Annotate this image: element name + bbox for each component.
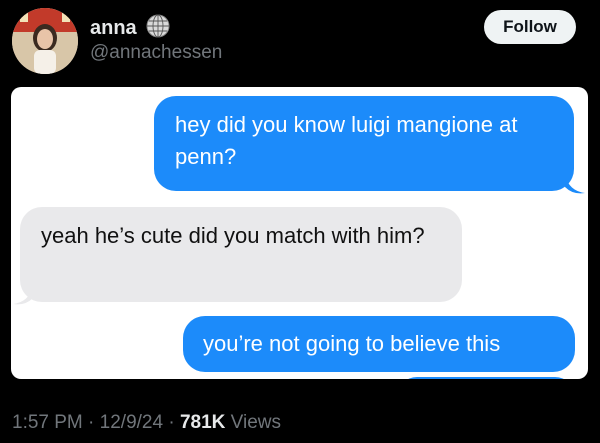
- name-row: anna: [90, 13, 171, 44]
- user-handle[interactable]: @annachessen: [90, 42, 222, 64]
- separator: ·: [163, 412, 180, 433]
- timestamp[interactable]: 1:57 PM: [12, 412, 83, 434]
- bubble-tail: [565, 175, 585, 194]
- message-text: yeah he’s cute did you match with him?: [41, 223, 425, 248]
- views-count: 781K: [179, 412, 226, 433]
- bubble-tail: [13, 286, 33, 305]
- avatar[interactable]: [12, 8, 78, 74]
- globe-icon: [145, 13, 171, 44]
- tweet-header: anna @annachessen Follow: [0, 0, 600, 85]
- message-text: hey did you know luigi mangione at penn?: [175, 112, 518, 169]
- display-name[interactable]: anna: [90, 17, 137, 40]
- tweet-meta: 1:57 PM · 12/9/24 · 781K Views: [12, 412, 281, 434]
- separator: ·: [82, 412, 100, 433]
- date[interactable]: 12/9/24: [100, 412, 163, 434]
- message-bubble-sent: you’re not going to believe this: [183, 316, 575, 372]
- follow-button[interactable]: Follow: [484, 10, 576, 44]
- message-bubble-received: yeah he’s cute did you match with him?: [20, 207, 462, 302]
- views-label: Views: [230, 412, 281, 433]
- message-bubble-sent: hey did you know luigi mangione at penn?: [154, 96, 574, 191]
- chat-screenshot: hey did you know luigi mangione at penn?…: [11, 87, 588, 379]
- message-text: you’re not going to believe this: [203, 331, 501, 356]
- message-bubble-partial: [397, 377, 575, 379]
